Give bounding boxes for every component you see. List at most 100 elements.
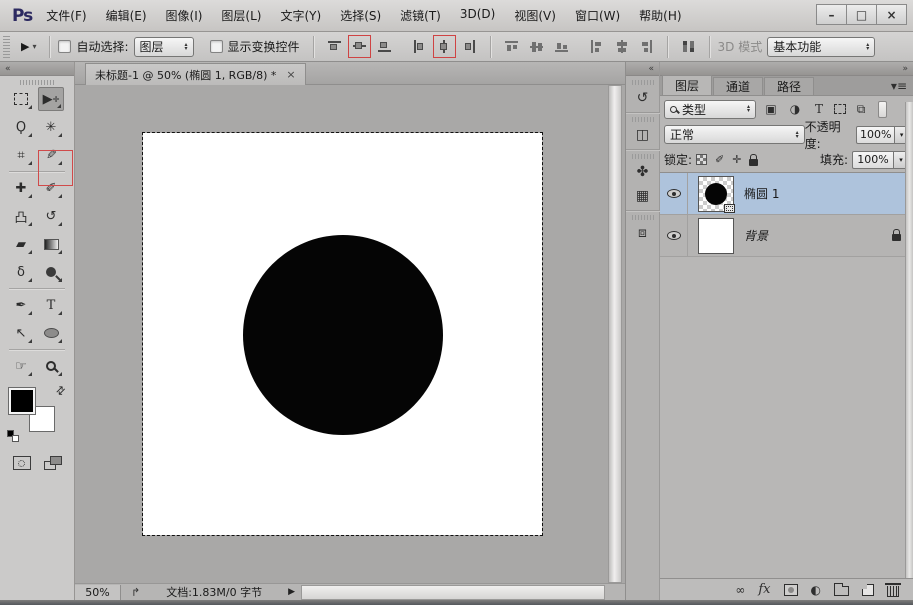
menu-layer[interactable]: 图层(L): [221, 7, 261, 24]
filter-smart-objects-icon[interactable]: ⧉: [852, 102, 870, 117]
pen-tool[interactable]: ✒: [8, 293, 34, 317]
type-tool[interactable]: T: [38, 293, 64, 317]
layer-row-ellipse[interactable]: 椭圆 1: [660, 173, 913, 215]
menu-filter[interactable]: 滤镜(T): [400, 7, 441, 24]
show-transform-checkbox[interactable]: [210, 40, 223, 53]
filter-type-dropdown[interactable]: 类型 ▴▾: [664, 100, 756, 119]
horizontal-scrollbar[interactable]: [301, 585, 605, 600]
menu-window[interactable]: 窗口(W): [575, 7, 620, 24]
align-left-edges-button[interactable]: [411, 38, 428, 55]
eraser-tool[interactable]: ▰: [8, 232, 34, 256]
export-icon[interactable]: ↱: [131, 586, 140, 599]
crop-tool[interactable]: ⌗: [8, 143, 34, 167]
filter-toggle-switch[interactable]: [878, 101, 887, 118]
auto-align-layers-button[interactable]: [680, 38, 697, 55]
distribute-vertical-centers-button[interactable]: [528, 38, 545, 55]
lock-position-icon[interactable]: ✛: [732, 153, 741, 166]
align-bottom-edges-button[interactable]: [376, 38, 393, 55]
quick-mask-button[interactable]: [13, 456, 31, 470]
auto-select-checkbox[interactable]: [58, 40, 71, 53]
filter-pixel-layers-icon[interactable]: ▣: [762, 102, 780, 116]
swatches-panel-button[interactable]: ▦: [631, 185, 655, 207]
properties-panel-button[interactable]: ◫: [631, 124, 655, 146]
color-panel-button[interactable]: ✤: [631, 161, 655, 183]
path-selection-tool[interactable]: ↖: [8, 321, 34, 345]
menu-edit[interactable]: 编辑(E): [106, 7, 147, 24]
new-group-icon[interactable]: [834, 586, 849, 596]
default-colors-icon[interactable]: [7, 430, 19, 442]
3d-mode-dropdown[interactable]: 基本功能 ▴▾: [767, 37, 875, 57]
screen-mode-button[interactable]: [44, 456, 62, 470]
menu-file[interactable]: 文件(F): [46, 7, 86, 24]
3d-panel-button[interactable]: ⧈: [631, 222, 655, 244]
zoom-level-field[interactable]: 50%: [75, 585, 121, 600]
blur-tool[interactable]: δ: [8, 260, 34, 284]
menu-help[interactable]: 帮助(H): [639, 7, 681, 24]
document-tab[interactable]: 未标题-1 @ 50% (椭圆 1, RGB/8) * ×: [85, 63, 306, 85]
maximize-button[interactable]: □: [846, 4, 877, 25]
distribute-horizontal-centers-button[interactable]: [613, 38, 630, 55]
layer-name[interactable]: 椭圆 1: [744, 185, 779, 202]
document-canvas[interactable]: [143, 133, 542, 535]
hand-tool[interactable]: ☞: [8, 354, 34, 378]
menu-view[interactable]: 视图(V): [514, 7, 556, 24]
magic-wand-tool[interactable]: ✳: [38, 115, 64, 139]
opacity-value[interactable]: 100%: [856, 126, 895, 144]
menu-type[interactable]: 文字(Y): [280, 7, 321, 24]
vertical-scrollbar[interactable]: [608, 85, 622, 583]
align-right-edges-button[interactable]: [461, 38, 478, 55]
lock-transparency-icon[interactable]: [696, 154, 707, 165]
move-tool-preset[interactable]: ▶ ▾: [16, 38, 41, 55]
tab-channels[interactable]: 通道: [713, 77, 763, 95]
tools-panel-header[interactable]: «: [0, 62, 74, 76]
history-panel-button[interactable]: ↺: [631, 87, 655, 109]
dock-header[interactable]: «: [626, 62, 659, 76]
auto-select-dropdown[interactable]: 图层 ▴▾: [134, 37, 194, 57]
lasso-tool[interactable]: Ϙ: [8, 115, 34, 139]
ellipse-shape[interactable]: [243, 235, 443, 435]
add-layer-mask-icon[interactable]: [784, 584, 798, 596]
swap-colors-icon[interactable]: ⇄: [53, 383, 69, 399]
blend-mode-dropdown[interactable]: 正常 ▴▾: [664, 125, 805, 144]
visibility-toggle[interactable]: [660, 173, 688, 214]
tab-layers[interactable]: 图层: [662, 75, 712, 95]
align-top-edges-button[interactable]: [326, 38, 343, 55]
clone-stamp-tool[interactable]: 凸: [8, 204, 34, 228]
menu-3d[interactable]: 3D(D): [460, 7, 495, 24]
distribute-bottom-edges-button[interactable]: [553, 38, 570, 55]
gradient-tool[interactable]: [38, 232, 64, 256]
align-horizontal-centers-button[interactable]: [436, 38, 453, 55]
new-layer-icon[interactable]: [862, 584, 874, 596]
filter-type-layers-icon[interactable]: T: [810, 102, 828, 116]
layer-thumbnail[interactable]: [698, 218, 734, 254]
link-layers-icon[interactable]: ∞: [735, 583, 745, 597]
distribute-right-edges-button[interactable]: [638, 38, 655, 55]
menu-image[interactable]: 图像(I): [166, 7, 203, 24]
layer-row-background[interactable]: 背景: [660, 215, 913, 257]
layer-style-icon[interactable]: fx: [758, 582, 770, 597]
layer-name[interactable]: 背景: [744, 227, 768, 244]
rectangular-marquee-tool[interactable]: [8, 87, 34, 111]
menu-select[interactable]: 选择(S): [340, 7, 381, 24]
tab-paths[interactable]: 路径: [764, 77, 814, 95]
dodge-tool[interactable]: [38, 260, 64, 284]
brush-tool[interactable]: ✐: [38, 176, 64, 200]
lock-pixels-icon[interactable]: ✐: [715, 153, 724, 166]
filter-adjustment-layers-icon[interactable]: ◑: [786, 102, 804, 116]
filter-shape-layers-icon[interactable]: [834, 104, 846, 114]
panel-scrollbar[interactable]: [905, 102, 913, 578]
zoom-tool[interactable]: [38, 354, 64, 378]
spot-healing-brush-tool[interactable]: ✚: [8, 176, 34, 200]
move-tool-selected[interactable]: ▶✛: [38, 87, 64, 111]
minimize-button[interactable]: –: [816, 4, 847, 25]
delete-layer-icon[interactable]: [887, 586, 899, 597]
panel-dock-header[interactable]: »: [660, 62, 913, 76]
fill-value[interactable]: 100%: [852, 151, 894, 169]
foreground-color-swatch[interactable]: [9, 388, 35, 414]
status-options-arrow-icon[interactable]: ▶: [288, 587, 295, 597]
history-brush-tool[interactable]: ↺: [38, 204, 64, 228]
tab-close-icon[interactable]: ×: [286, 68, 295, 81]
lock-all-icon[interactable]: [749, 159, 758, 166]
eyedropper-tool[interactable]: ✎: [38, 143, 64, 167]
layer-thumbnail[interactable]: [698, 176, 734, 212]
